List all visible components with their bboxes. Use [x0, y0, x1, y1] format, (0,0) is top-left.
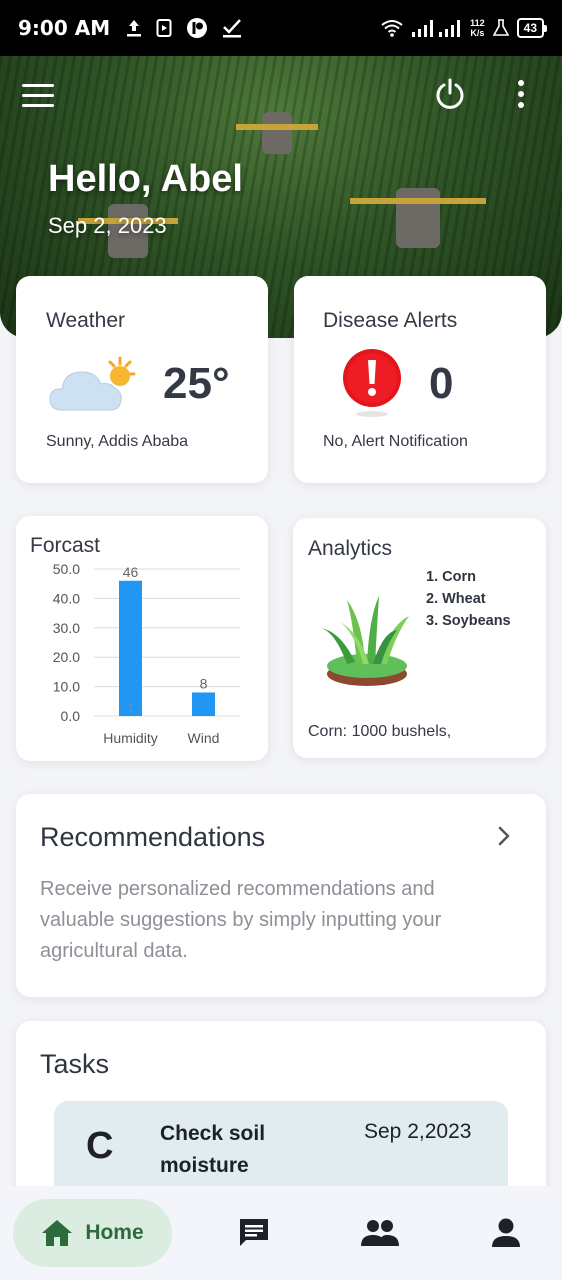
analytics-card[interactable]: Analytics Corn: 1000 bushels, [293, 518, 546, 758]
menu-icon[interactable] [22, 84, 54, 114]
crop-item: 3. Soybeans [426, 613, 511, 629]
signal-icon [412, 20, 461, 37]
top-crops-list: 1. Corn 2. Wheat 3. Soybeans [426, 566, 511, 632]
alert-count: 0 [429, 359, 454, 408]
y-tick-label: 10.0 [53, 679, 80, 695]
battery-indicator: 43 [516, 18, 548, 38]
status-time: 9:00 AM [18, 16, 111, 40]
power-icon[interactable] [434, 78, 466, 110]
partly-cloudy-icon [49, 356, 136, 411]
home-icon [42, 1220, 73, 1246]
forecast-bar-chart: 50.0 40.0 30.0 20.0 10.0 0.0 46 1 Humidity 8 Wind [53, 561, 240, 746]
weather-location: Sunny, Addis Ababa [46, 433, 189, 450]
community-icon[interactable] [361, 1216, 399, 1250]
crop-item: 2. Wheat [426, 591, 486, 607]
task-avatar-letter: C [86, 1125, 114, 1167]
bar-value-label: 46 [123, 564, 139, 580]
analytics-summary: Corn: 1000 bushels, [308, 723, 452, 740]
y-tick-label: 40.0 [53, 590, 80, 606]
network-speed: 112 K/s [470, 18, 485, 38]
y-tick-label: 0.0 [61, 708, 81, 724]
chevron-right-icon[interactable] [494, 824, 514, 848]
nav-home[interactable]: Home [13, 1199, 172, 1267]
check-icon [223, 19, 242, 38]
alert-icon [343, 349, 401, 417]
crop-item: 1. Corn [426, 569, 476, 585]
temperature: 25° [163, 359, 230, 408]
current-date: Sep 2, 2023 [48, 213, 167, 238]
weather-title: Weather [46, 309, 125, 332]
y-tick-label: 50.0 [53, 561, 80, 577]
disease-alerts-title: Disease Alerts [323, 309, 458, 332]
forecast-card[interactable]: Forcast 50.0 40.0 30.0 20.0 10.0 0.0 46 1 Humidi… [16, 516, 268, 761]
media-icon [156, 19, 172, 37]
more-options-icon[interactable] [518, 80, 524, 113]
field-image-tractor [350, 188, 486, 248]
recommendations-card[interactable]: Recommendations Receive personalized rec… [16, 794, 546, 997]
task-name: Check soil moisture [160, 1122, 266, 1177]
flask-icon [492, 19, 509, 36]
bar-inner-label: 1 [127, 700, 134, 715]
bar-value-label: 8 [200, 675, 208, 691]
recommendations-description: Receive personalized recommendations and… [40, 878, 442, 962]
upload-icon [127, 20, 142, 37]
status-bar: 9:00 AM 112 K/s 43 [0, 0, 562, 56]
task-date: Sep 2,2023 [364, 1120, 472, 1143]
field-image-tractor [236, 112, 318, 154]
tasks-title: Tasks [40, 1049, 110, 1079]
y-tick-label: 30.0 [53, 620, 80, 636]
y-tick-label: 20.0 [53, 649, 80, 665]
chart-bar [119, 580, 142, 716]
chart-bar [192, 692, 215, 716]
profile-icon[interactable] [490, 1216, 522, 1250]
x-tick-label: Wind [188, 730, 220, 746]
wifi-icon [381, 20, 403, 37]
disease-alerts-card[interactable]: Disease Alerts 0 No, Alert Notification [294, 276, 546, 483]
chat-icon[interactable] [237, 1216, 271, 1250]
bottom-navigation: Home [0, 1186, 562, 1280]
weather-card[interactable]: Weather 25° Sunny, Addis Ababa [16, 276, 268, 483]
nav-home-label: Home [85, 1221, 144, 1244]
alert-status: No, Alert Notification [323, 433, 468, 450]
app-icon [187, 18, 208, 38]
recommendations-title: Recommendations [40, 822, 266, 852]
analytics-title: Analytics [308, 537, 393, 560]
x-tick-label: Humidity [103, 730, 157, 746]
crop-plant-icon [321, 596, 409, 686]
greeting: Hello, Abel [48, 158, 243, 200]
